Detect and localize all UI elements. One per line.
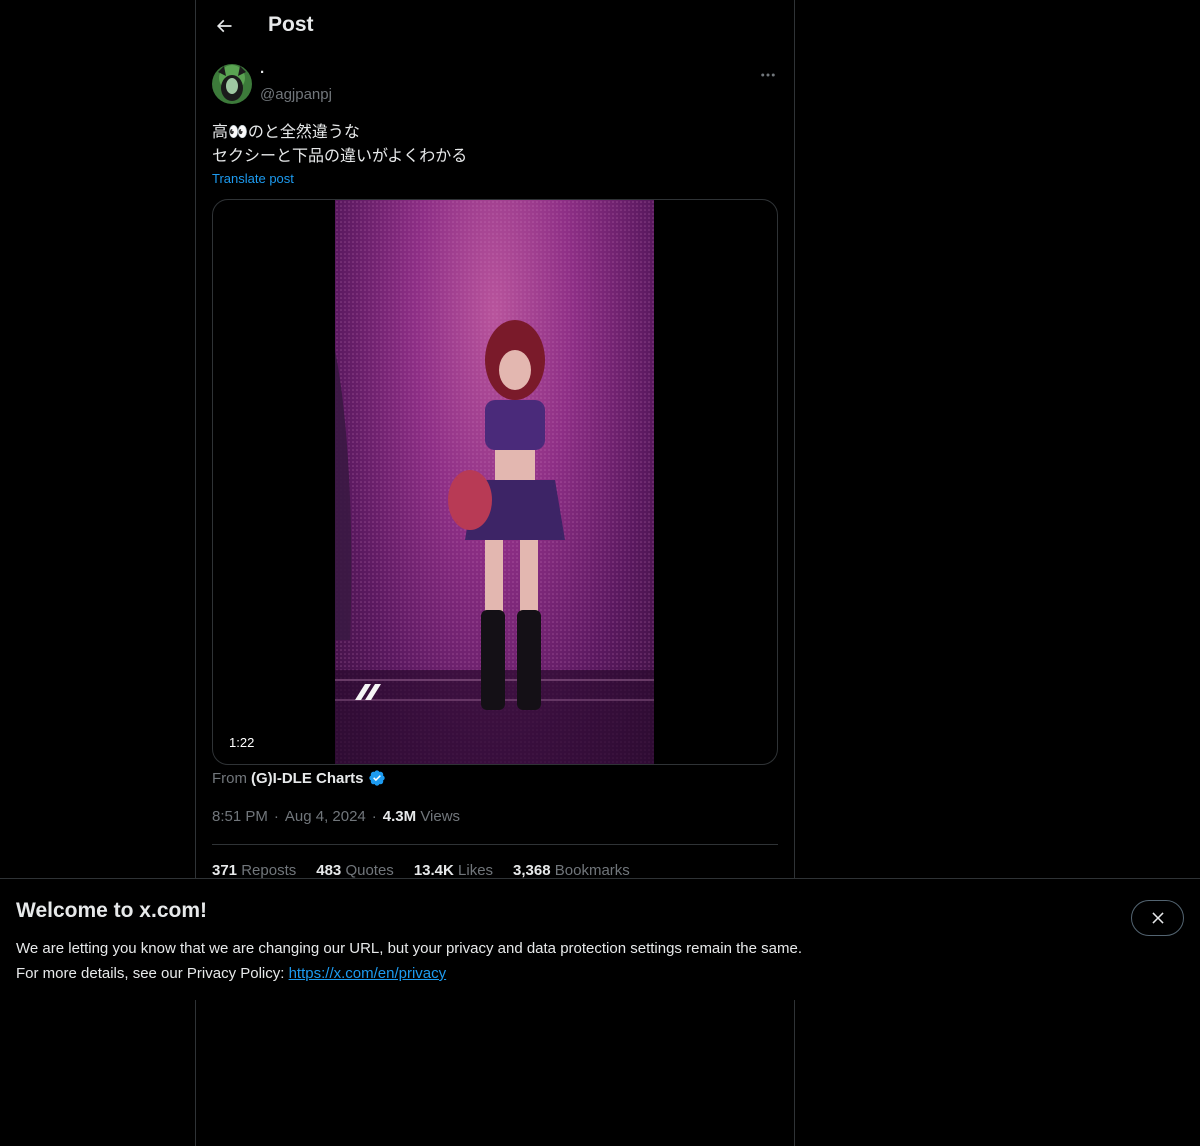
stat-count: 371	[212, 862, 238, 879]
stat-count: 483	[316, 862, 342, 879]
page-title: Post	[268, 13, 314, 36]
banner-text: We are letting you know that we are chan…	[16, 936, 802, 986]
avatar-image	[212, 64, 252, 104]
privacy-policy-link[interactable]: https://x.com/en/privacy	[289, 965, 447, 982]
url-change-banner: Welcome to x.com! We are letting you kno…	[0, 878, 1200, 1000]
video-duration: 1:22	[229, 735, 255, 750]
stat-count: 3,368	[513, 862, 551, 879]
source-attribution: From (G)I-DLE Charts	[212, 769, 386, 787]
bookmarks-stat[interactable]: 3,368 Bookmarks	[513, 862, 630, 879]
back-button[interactable]	[206, 8, 242, 44]
banner-line: For more details, see our Privacy Policy…	[16, 961, 802, 986]
more-options-button[interactable]	[756, 64, 780, 86]
video-still	[335, 200, 654, 764]
close-icon	[1151, 912, 1164, 924]
stat-label: Bookmarks	[554, 862, 630, 879]
views-label: Views	[420, 808, 461, 825]
arrow-left-icon	[216, 19, 232, 33]
header: Post	[196, 0, 794, 54]
stat-label: Likes	[458, 862, 494, 879]
quotes-stat[interactable]: 483 Quotes	[316, 862, 394, 879]
more-horizontal-icon	[761, 73, 775, 77]
avatar[interactable]	[212, 64, 252, 104]
stat-label: Quotes	[345, 862, 394, 879]
banner-line: We are letting you know that we are chan…	[16, 940, 802, 957]
separator: ·	[371, 808, 377, 825]
banner-title: Welcome to x.com!	[16, 899, 207, 922]
post-date[interactable]: Aug 4, 2024	[285, 808, 366, 825]
likes-stat[interactable]: 13.4K Likes	[414, 862, 493, 879]
engagement-stats: 371 Reposts 483 Quotes 13.4K Likes 3,368…	[212, 862, 630, 879]
source-name-link[interactable]: (G)I-DLE Charts	[251, 770, 364, 787]
post-text-line: 高👀のと全然違うな	[212, 122, 360, 141]
separator: ·	[273, 808, 279, 825]
post-text: 高👀のと全然違うな セクシーと下品の違いがよくわかる	[212, 120, 467, 168]
stat-count: 13.4K	[413, 862, 454, 879]
close-banner-button[interactable]	[1131, 900, 1184, 936]
banner-line-prefix: For more details, see our Privacy Policy…	[16, 965, 289, 982]
divider	[212, 844, 778, 845]
reposts-stat[interactable]: 371 Reposts	[212, 862, 296, 879]
display-name[interactable]: ·	[260, 64, 265, 81]
user-handle[interactable]: @agjpanpj	[260, 86, 332, 103]
translate-post-link[interactable]: Translate post	[212, 171, 294, 186]
video-frame	[335, 200, 654, 764]
post-time[interactable]: 8:51 PM	[212, 808, 268, 825]
post-text-line: セクシーと下品の違いがよくわかる	[212, 146, 468, 165]
views: 4.3M Views	[383, 808, 460, 825]
source-prefix: From	[212, 769, 247, 787]
stat-label: Reposts	[241, 862, 297, 879]
post-meta: 8:51 PM · Aug 4, 2024 · 4.3M Views	[212, 808, 460, 825]
verified-badge-icon	[368, 770, 385, 786]
views-count: 4.3M	[382, 808, 417, 825]
video-player[interactable]: 1:22	[212, 199, 778, 765]
